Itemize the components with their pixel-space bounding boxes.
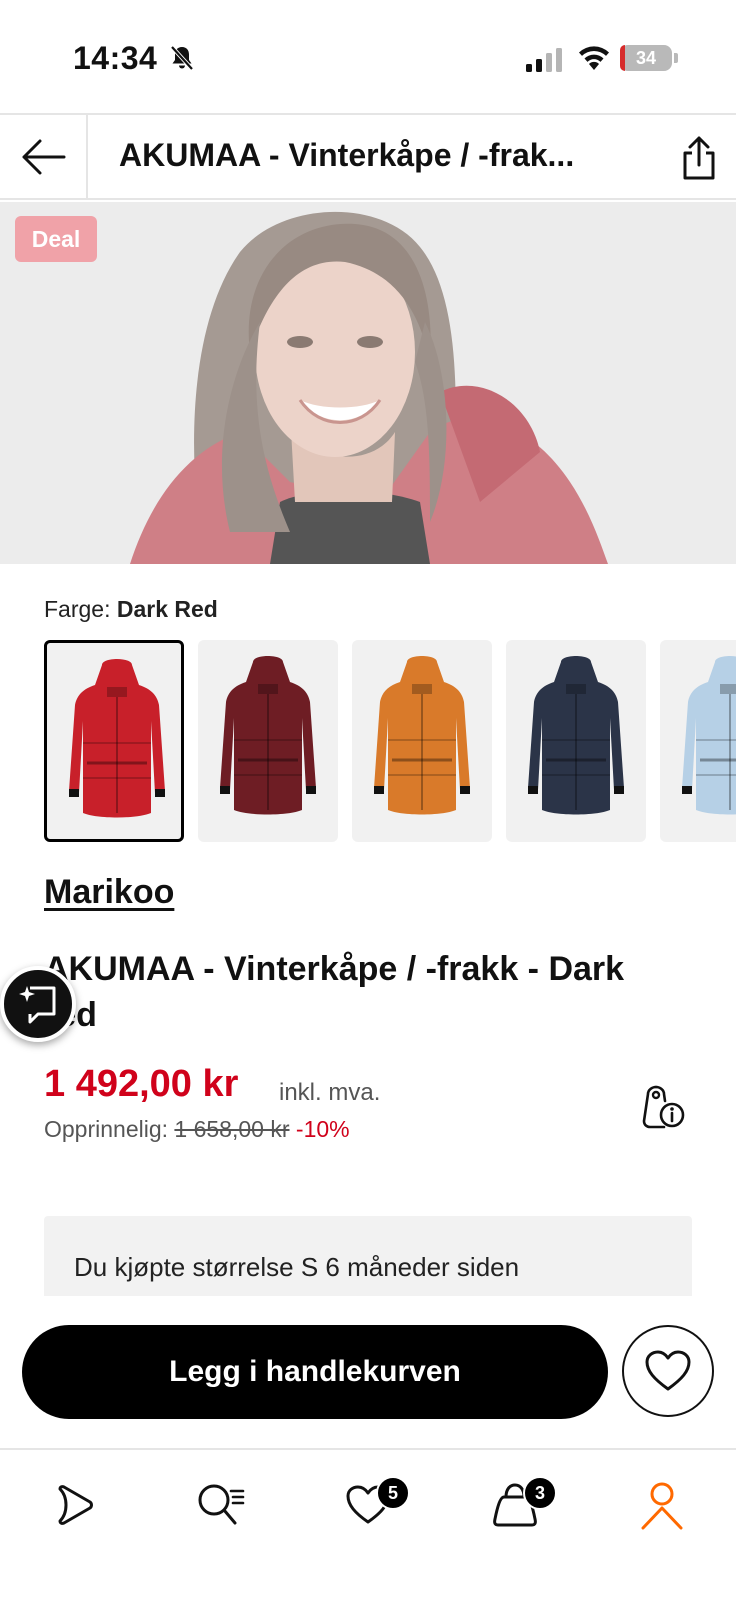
play-icon	[58, 1485, 93, 1525]
original-price-row: Opprinnelig: 1 658,00 kr -10%	[44, 1116, 350, 1143]
color-swatch-dark-red[interactable]	[44, 640, 184, 842]
original-price-label: Opprinnelig:	[44, 1116, 169, 1142]
tab-search[interactable]	[181, 1470, 261, 1540]
discount-percent: -10%	[295, 1116, 350, 1142]
heart-icon	[645, 1350, 691, 1391]
sparkle-chat-icon	[19, 986, 56, 1024]
add-to-cart-button[interactable]: Legg i handlekurven	[22, 1325, 608, 1419]
battery-level: 34	[635, 48, 657, 68]
jacket-thumbnail	[680, 654, 736, 816]
status-time: 14:34	[73, 40, 158, 76]
bell-muted-icon	[170, 45, 194, 71]
product-title: AKUMAA - Vinterkåpe / -frakk - Dark red	[44, 950, 625, 1034]
brand-link[interactable]: Marikoo	[44, 873, 174, 912]
header-title: AKUMAA - Vinterkåpe / -frak...	[119, 137, 575, 173]
vat-label: inkl. mva.	[279, 1079, 381, 1106]
share-icon	[683, 136, 715, 180]
original-price: 1 658,00 kr	[174, 1116, 290, 1142]
arrow-left-icon	[22, 139, 66, 174]
wishlist-count-badge: 5	[376, 1476, 410, 1510]
color-swatches	[44, 640, 736, 842]
price-info-button[interactable]	[638, 1081, 686, 1131]
color-swatch-wine[interactable]	[198, 640, 338, 842]
color-swatch-navy[interactable]	[506, 640, 646, 842]
color-label-prefix: Farge:	[44, 596, 111, 622]
color-label: Farge: Dark Red	[44, 596, 218, 623]
product-header: AKUMAA - Vinterkåpe / -frak...	[0, 113, 736, 200]
tab-home[interactable]	[34, 1470, 114, 1540]
back-button[interactable]	[0, 115, 88, 198]
tab-profile[interactable]	[622, 1470, 702, 1540]
jacket-thumbnail	[67, 657, 167, 819]
assistant-button[interactable]	[0, 966, 76, 1042]
model-photo	[130, 211, 608, 564]
battery-indicator: 34	[620, 45, 672, 71]
status-bar: 14:34 34	[0, 0, 736, 112]
share-button[interactable]	[676, 133, 722, 183]
color-swatch-orange[interactable]	[352, 640, 492, 842]
signal-icon	[526, 48, 562, 72]
purchase-history-notice: Du kjøpte størrelse S 6 måneder siden	[44, 1216, 692, 1296]
action-bar: Legg i handlekurven	[0, 1296, 736, 1448]
color-swatch-light-blue[interactable]	[660, 640, 736, 842]
jacket-thumbnail	[372, 654, 472, 816]
tab-bag[interactable]: 3	[475, 1470, 557, 1540]
search-list-icon	[198, 1484, 245, 1525]
deal-badge: Deal	[15, 216, 97, 262]
profile-icon	[641, 1482, 683, 1530]
purchase-history-text: Du kjøpte størrelse S 6 måneder siden	[74, 1252, 520, 1282]
wifi-icon	[579, 46, 609, 70]
price-tag-info-icon	[642, 1085, 685, 1129]
wishlist-button[interactable]	[622, 1325, 714, 1417]
bag-count-badge: 3	[523, 1476, 557, 1510]
jacket-thumbnail	[218, 654, 318, 816]
tab-bar: 5 3	[0, 1448, 736, 1600]
jacket-thumbnail	[526, 654, 626, 816]
tab-wishlist[interactable]: 5	[328, 1470, 410, 1540]
current-price: 1 492,00 kr	[44, 1063, 239, 1105]
product-image[interactable]: Deal	[0, 202, 736, 564]
selected-color-name: Dark Red	[116, 596, 218, 622]
